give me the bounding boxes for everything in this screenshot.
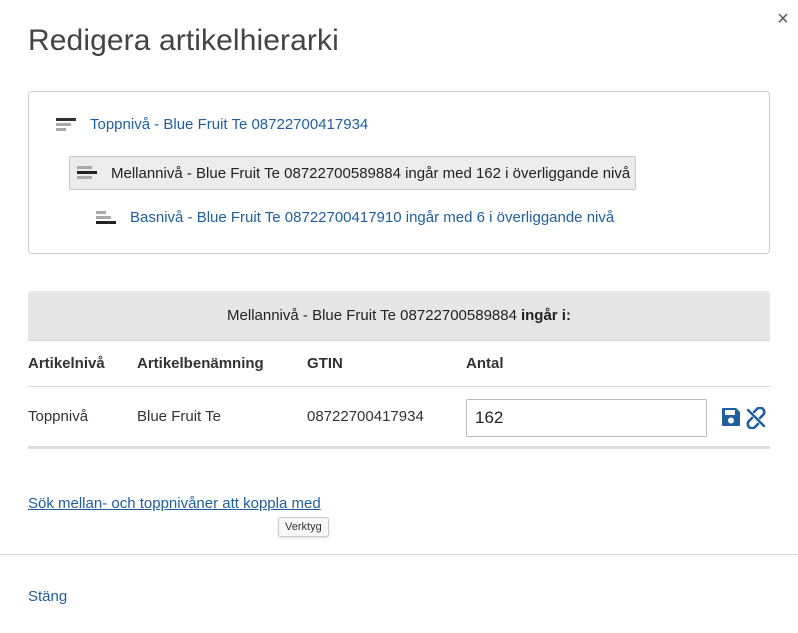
hierarchy-item-mid[interactable]: Mellannivå - Blue Fruit Te 0872270058988… [69, 156, 636, 190]
hierarchy-base-link[interactable]: Basnivå - Blue Fruit Te 08722700417910 i… [130, 209, 614, 226]
tooltip: Verktyg [278, 517, 329, 537]
mid-level-icon [77, 165, 97, 181]
dialog-footer: Stäng [0, 554, 798, 633]
unlink-icon[interactable] [745, 406, 767, 430]
quantity-input[interactable] [466, 399, 707, 437]
row-level: Toppnivå [28, 408, 89, 425]
hierarchy-item-top[interactable]: Toppnivå - Blue Fruit Te 08722700417934 [56, 116, 368, 133]
includes-item: Mellannivå - Blue Fruit Te 0872270058988… [227, 307, 517, 324]
column-header-name: Artikelbenämning [137, 355, 264, 372]
save-icon[interactable] [721, 407, 743, 429]
hierarchy-top-link[interactable]: Toppnivå - Blue Fruit Te 08722700417934 [90, 116, 368, 133]
table-row: Toppnivå Blue Fruit Te 08722700417934 [28, 387, 770, 449]
includes-header: Mellannivå - Blue Fruit Te 0872270058988… [28, 291, 770, 341]
column-header-quantity: Antal [466, 355, 504, 372]
search-parent-link[interactable]: Sök mellan- och toppnivåner att koppla m… [28, 495, 321, 512]
hierarchy-mid-label: Mellannivå - Blue Fruit Te 0872270058988… [111, 164, 631, 182]
base-level-icon [96, 210, 116, 226]
includes-suffix: ingår i: [520, 307, 571, 324]
column-header-gtin: GTIN [307, 355, 343, 372]
row-gtin: 08722700417934 [307, 408, 424, 425]
top-level-icon [56, 117, 76, 133]
page-title: Redigera artikelhierarki [28, 24, 339, 57]
table-header: Artikelnivå Artikelbenämning GTIN Antal [28, 341, 770, 387]
hierarchy-panel: Toppnivå - Blue Fruit Te 08722700417934 … [28, 91, 770, 254]
close-link[interactable]: Stäng [28, 588, 67, 605]
close-icon[interactable]: × [774, 8, 792, 30]
row-name: Blue Fruit Te [137, 408, 221, 425]
column-header-level: Artikelnivå [28, 355, 105, 372]
hierarchy-item-base[interactable]: Basnivå - Blue Fruit Te 08722700417910 i… [96, 209, 614, 226]
